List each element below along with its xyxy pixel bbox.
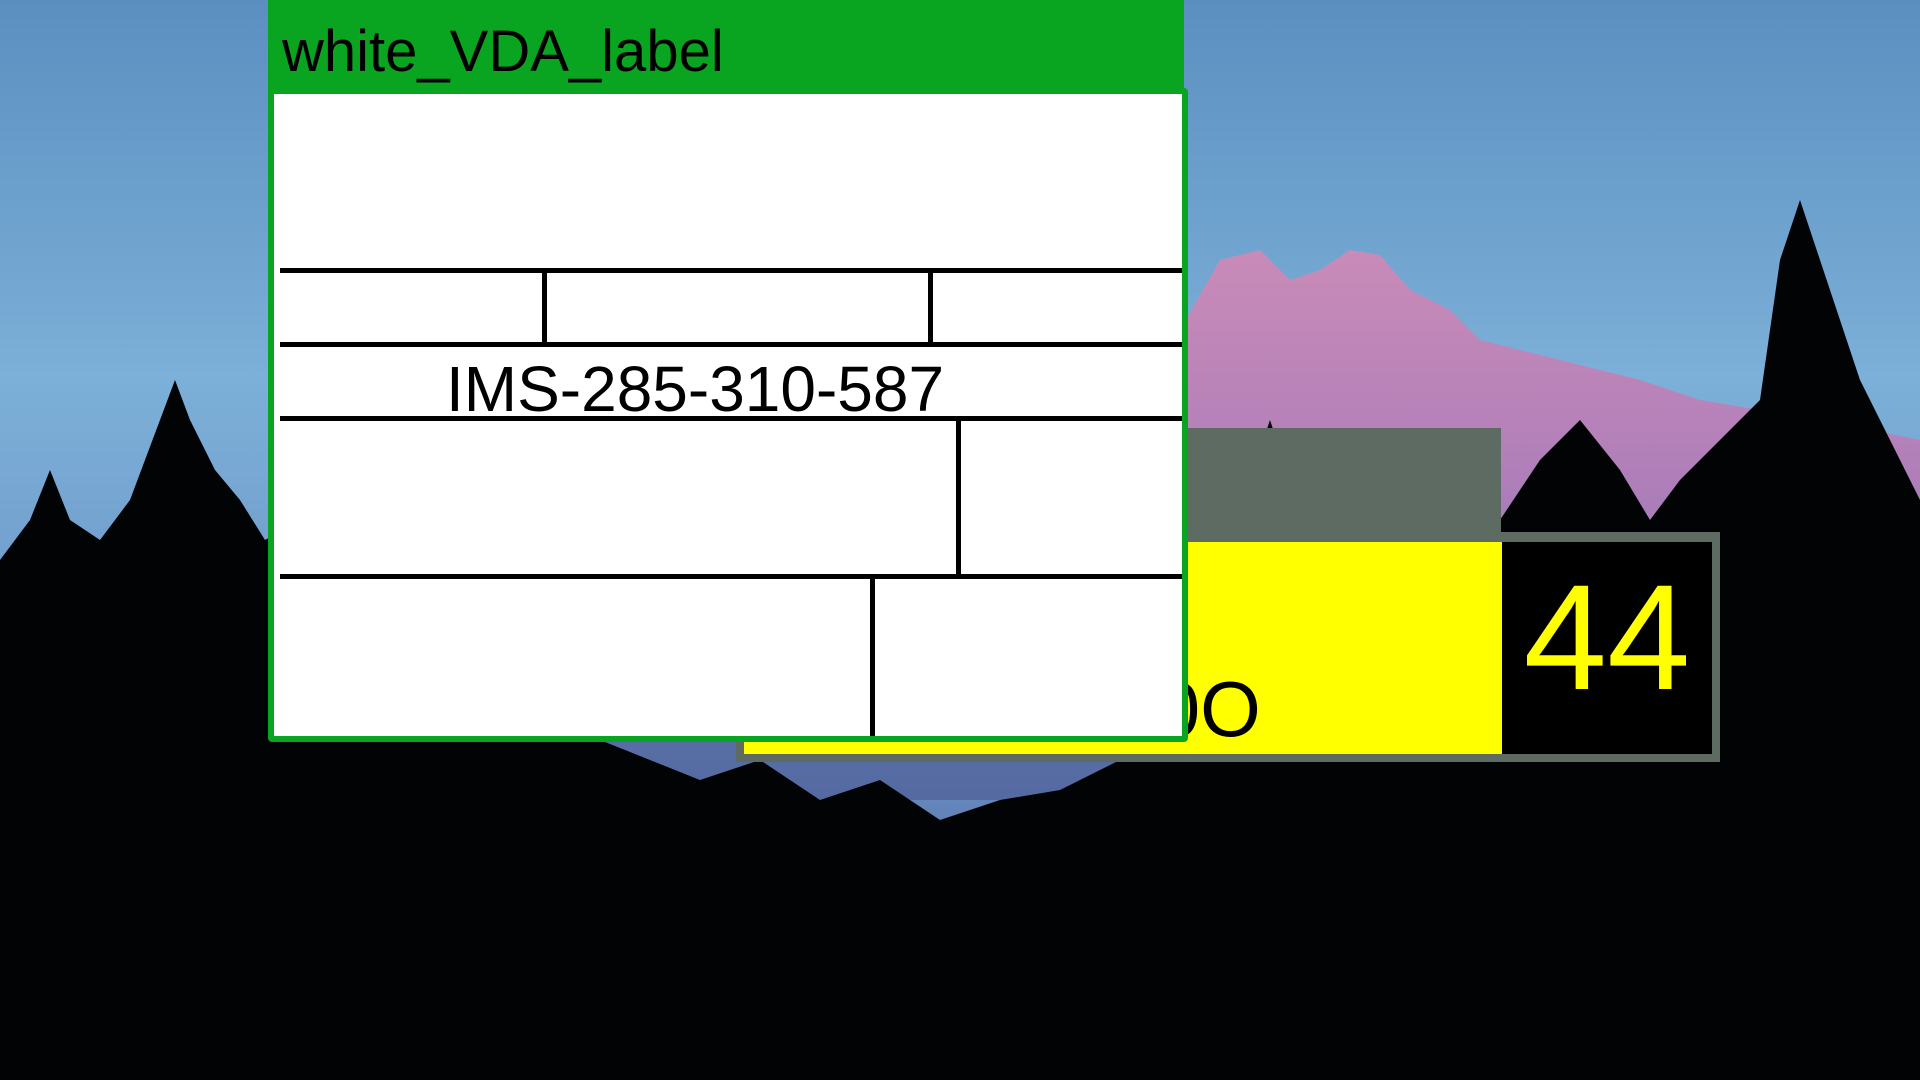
grid-line-4 — [280, 574, 1182, 579]
label-number: 44 — [1523, 553, 1691, 721]
grid-divider-2 — [928, 270, 933, 342]
vda-label-code: IMS-285-310-587 — [446, 353, 945, 425]
white-vda-label-title: white_VDA_label — [282, 19, 724, 84]
number-panel: 44 — [1502, 542, 1712, 754]
white-vda-label-title-bar[interactable]: white_VDA_label — [268, 0, 1184, 96]
grid-divider-1 — [542, 270, 547, 342]
white-vda-label-window[interactable]: white_VDA_label IMS-285-310-587 — [268, 0, 1188, 742]
grid-divider-3 — [956, 418, 961, 576]
vda-label-grid: IMS-285-310-587 — [280, 100, 1182, 736]
grid-divider-4 — [870, 576, 875, 736]
grid-line-1 — [280, 268, 1182, 273]
vda-label-frame: IMS-285-310-587 — [268, 88, 1188, 742]
grid-line-3 — [280, 416, 1182, 421]
grid-line-2 — [280, 342, 1182, 347]
